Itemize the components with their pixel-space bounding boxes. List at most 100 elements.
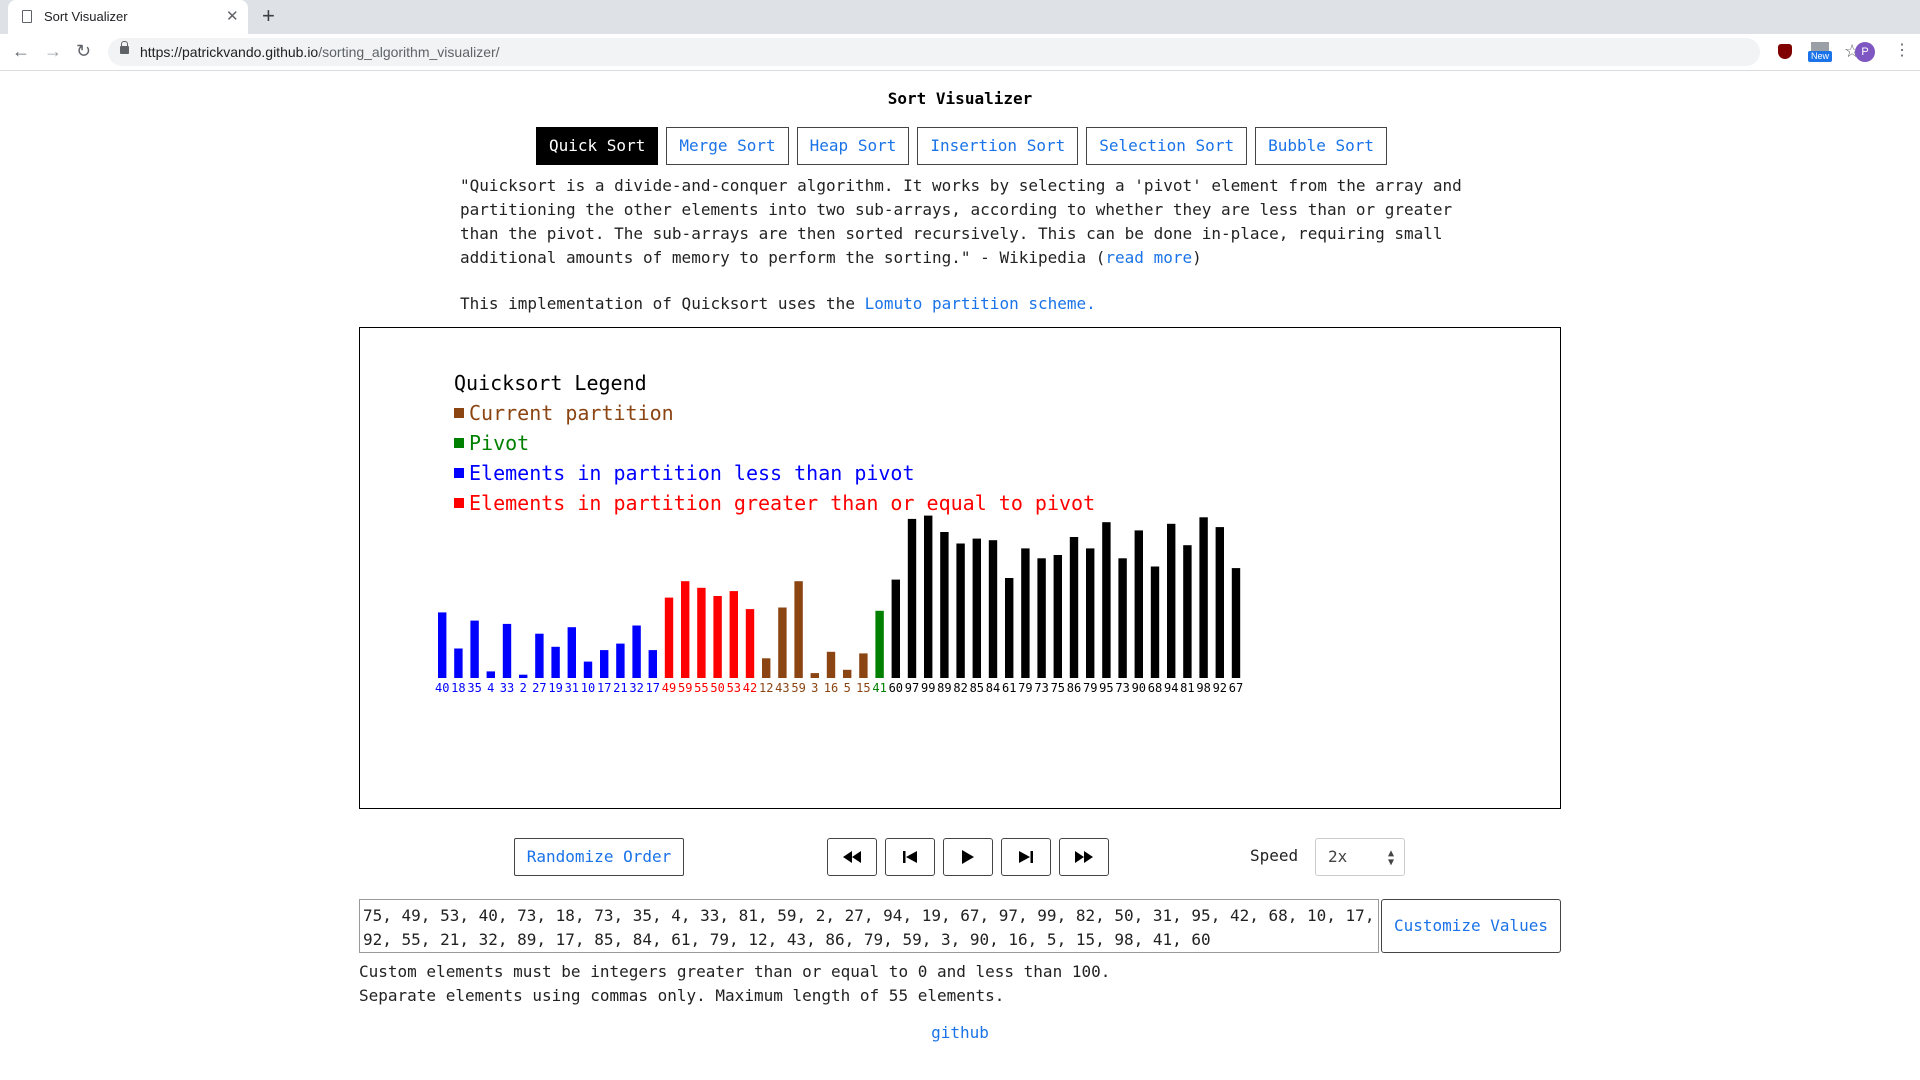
bar: [859, 653, 868, 678]
tab-quick-sort[interactable]: Quick Sort: [536, 127, 659, 165]
bar-value-label: 86: [1067, 681, 1081, 695]
algorithm-description: "Quicksort is a divide-and-conquer algor…: [460, 174, 1480, 270]
bar: [1231, 568, 1241, 678]
custom-values-textarea[interactable]: 75, 49, 53, 40, 73, 18, 73, 35, 4, 33, 8…: [359, 899, 1379, 953]
bar-value-label: 19: [548, 681, 562, 695]
tab-heap-sort[interactable]: Heap Sort: [796, 127, 910, 165]
bar: [1086, 548, 1095, 678]
bar: [454, 648, 463, 678]
lomuto-link[interactable]: Lomuto partition scheme.: [865, 294, 1096, 313]
profile-avatar[interactable]: P: [1855, 42, 1875, 62]
step-back-icon: [903, 851, 917, 863]
url-path: /sorting_algorithm_visualizer/: [318, 44, 500, 60]
ublock-extension-icon[interactable]: [1778, 44, 1792, 59]
rewind-button[interactable]: [827, 838, 877, 876]
bar-value-label: 50: [710, 681, 724, 695]
bar-value-label: 73: [1034, 681, 1048, 695]
extension-icon[interactable]: New: [1808, 42, 1832, 62]
bar-value-label: 55: [694, 681, 708, 695]
close-icon[interactable]: ✕: [226, 7, 239, 25]
step-forward-icon: [1019, 851, 1033, 863]
bar-value-label: 3: [811, 681, 818, 695]
bar: [1037, 558, 1046, 678]
new-tab-icon[interactable]: +: [262, 3, 275, 29]
bar-value-label: 17: [597, 681, 611, 695]
bar-value-label: 31: [565, 681, 579, 695]
bar: [648, 650, 657, 678]
play-button[interactable]: [943, 838, 993, 876]
address-bar[interactable]: https://patrickvando.github.io/sorting_a…: [108, 38, 1860, 66]
select-arrows-icon: ▲ ▼: [1387, 848, 1394, 868]
url-host: https://patrickvando.github.io: [140, 44, 319, 60]
step-forward-button[interactable]: [1001, 838, 1051, 876]
bar-value-label: 68: [1148, 681, 1162, 695]
github-link[interactable]: github: [0, 1023, 1920, 1042]
bar: [519, 674, 528, 678]
bar: [632, 625, 641, 678]
step-back-button[interactable]: [885, 838, 935, 876]
bar: [794, 581, 803, 678]
speed-value: 2x: [1328, 847, 1348, 866]
bar-value-label: 15: [856, 681, 870, 695]
tab-bubble-sort[interactable]: Bubble Sort: [1255, 127, 1388, 165]
bar-value-label: 4: [487, 681, 494, 695]
read-more-link[interactable]: read more: [1105, 248, 1192, 267]
browser-tab[interactable]: Sort Visualizer ✕: [8, 0, 248, 34]
forward-arrow-icon[interactable]: →: [44, 41, 62, 61]
bar: [988, 540, 998, 678]
bar: [940, 532, 949, 678]
bar-value-label: 97: [905, 681, 919, 695]
bar: [1118, 558, 1127, 678]
bar-value-label: 53: [727, 681, 741, 695]
bar: [762, 658, 771, 678]
implementation-note: This implementation of Quicksort uses th…: [460, 294, 1096, 313]
bar-value-label: 67: [1229, 681, 1243, 695]
bar: [1069, 537, 1079, 678]
bar-value-label: 73: [1115, 681, 1129, 695]
controls-bar: Randomize Order Speed 2x ▲ ▼: [0, 836, 1920, 876]
bar: [810, 673, 819, 678]
bar-value-label: 79: [1083, 681, 1097, 695]
bar-value-label: 42: [743, 681, 757, 695]
bar: [600, 650, 609, 678]
bar: [956, 543, 965, 678]
reload-icon[interactable]: ↻: [76, 41, 91, 61]
tab-title: Sort Visualizer: [44, 9, 128, 24]
speed-select[interactable]: 2x ▲ ▼: [1315, 838, 1405, 876]
url-text: https://patrickvando.github.io/sorting_a…: [140, 44, 500, 60]
tab-merge-sort[interactable]: Merge Sort: [666, 127, 789, 165]
bar-value-label: 2: [520, 681, 527, 695]
fast-forward-button[interactable]: [1059, 838, 1109, 876]
bar: [438, 612, 447, 678]
speed-label: Speed: [1250, 846, 1299, 865]
page-icon: [22, 10, 32, 23]
bar-value-label: 85: [970, 681, 984, 695]
bar: [826, 651, 836, 678]
back-arrow-icon[interactable]: ←: [12, 41, 30, 61]
bar-value-label: 33: [500, 681, 514, 695]
bar: [681, 581, 690, 678]
page-title: Sort Visualizer: [887, 89, 1033, 108]
visualizer-panel: Quicksort Legend Current partition Pivot E…: [359, 327, 1561, 809]
browser-tab-bar: Sort Visualizer ✕ +: [0, 0, 1920, 34]
bar: [551, 646, 560, 678]
customize-values-button[interactable]: Customize Values: [1381, 899, 1561, 953]
rewind-icon: [843, 851, 861, 863]
menu-kebab-icon[interactable]: ⋮: [1894, 40, 1910, 60]
custom-help-line-1: Custom elements must be integers greater…: [359, 962, 1111, 981]
randomize-order-button[interactable]: Randomize Order: [514, 838, 684, 876]
bar-value-label: 27: [532, 681, 546, 695]
bar-value-label: 32: [629, 681, 643, 695]
bar-value-label: 17: [646, 681, 660, 695]
tab-insertion-sort[interactable]: Insertion Sort: [917, 127, 1079, 165]
bar: [843, 669, 852, 678]
bar-value-label: 95: [1099, 681, 1113, 695]
bar-value-label: 12: [759, 681, 773, 695]
bar: [1005, 578, 1014, 678]
bar: [583, 661, 593, 678]
bar: [907, 518, 917, 678]
bar-value-label: 61: [1002, 681, 1016, 695]
tab-selection-sort[interactable]: Selection Sort: [1086, 127, 1248, 165]
bar: [567, 627, 576, 678]
description-end: ): [1192, 248, 1202, 267]
